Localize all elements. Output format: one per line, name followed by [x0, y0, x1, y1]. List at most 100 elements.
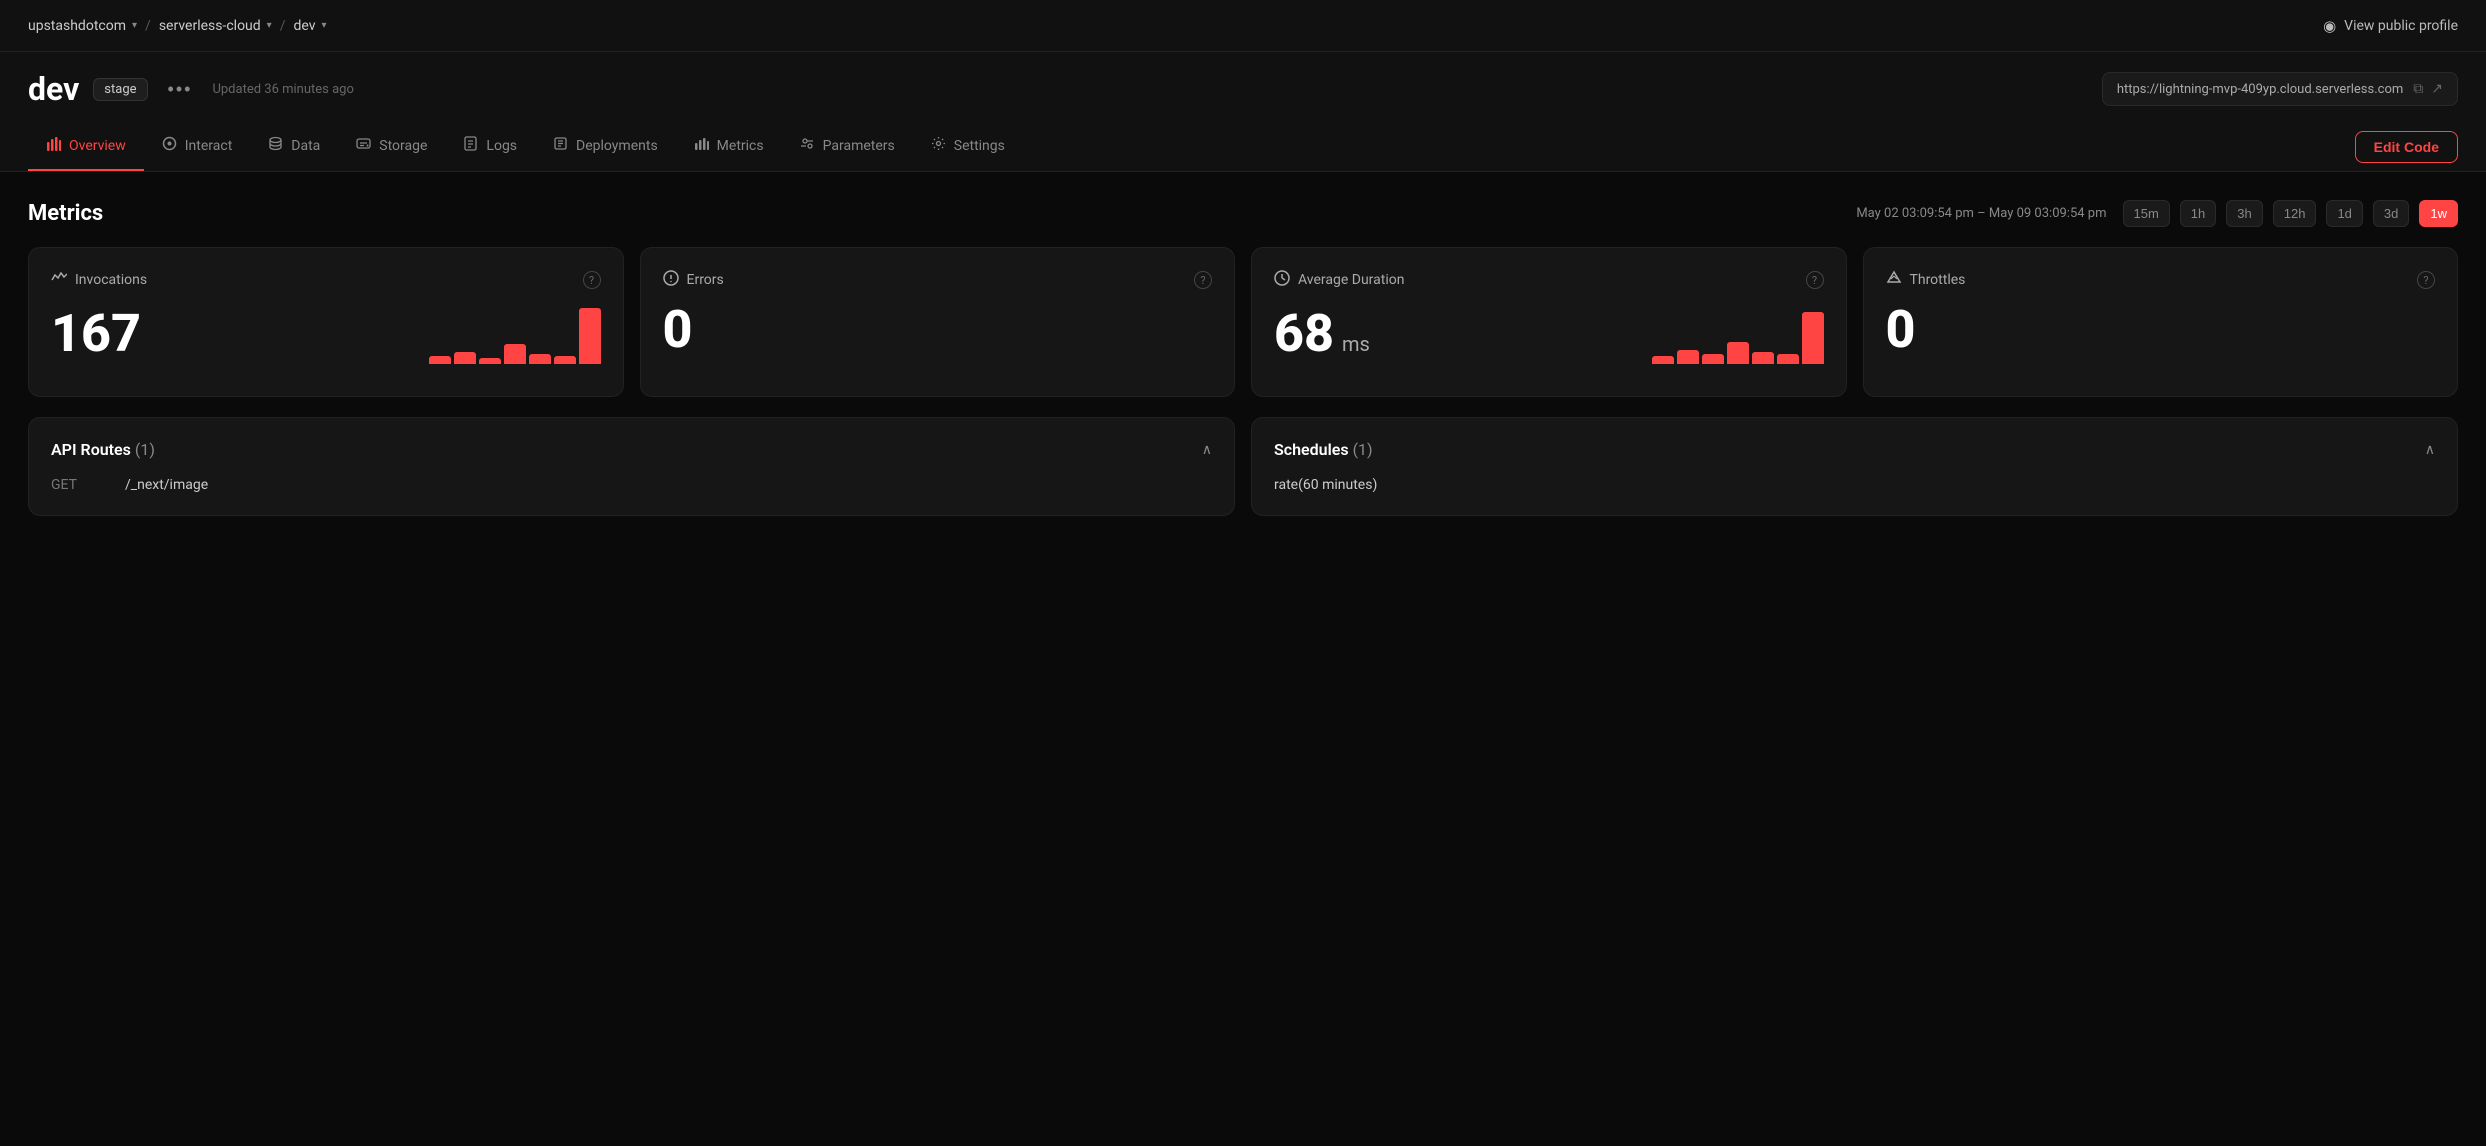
invocations-card: Invocations ? 167 [28, 247, 624, 397]
table-row: GET /_next/image [51, 477, 1212, 493]
errors-icon [663, 270, 679, 290]
schedule-item: rate(60 minutes) [1274, 477, 1377, 493]
logs-icon [463, 136, 478, 155]
data-icon [268, 136, 283, 155]
header-right: https://lightning-mvp-409yp.cloud.server… [2102, 72, 2458, 106]
avg-duration-title: Average Duration [1298, 272, 1404, 288]
bar-a6 [1777, 354, 1799, 364]
tab-data-label: Data [291, 138, 320, 154]
errors-value-row: 0 [663, 304, 1213, 356]
invocations-title: Invocations [75, 272, 147, 288]
breadcrumb-env[interactable]: dev ▾ [293, 18, 326, 34]
tab-settings[interactable]: Settings [913, 122, 1023, 171]
avg-duration-card: Average Duration ? 68 ms [1251, 247, 1847, 397]
breadcrumb-project[interactable]: serverless-cloud ▾ [159, 18, 272, 34]
avg-duration-icon [1274, 270, 1290, 290]
breadcrumb-org[interactable]: upstashdotcom ▾ [28, 18, 137, 34]
time-btn-1w[interactable]: 1w [2419, 200, 2458, 227]
copy-icon[interactable]: ⧉ [2413, 81, 2423, 97]
storage-icon [356, 136, 371, 155]
tab-metrics[interactable]: Metrics [676, 122, 782, 171]
schedules-card: Schedules (1) ∧ rate(60 minutes) [1251, 417, 2458, 516]
api-routes-title: API Routes (1) [51, 440, 155, 459]
tab-interact-label: Interact [185, 138, 233, 154]
errors-title: Errors [687, 272, 724, 288]
overview-icon [46, 136, 61, 155]
errors-card: Errors ? 0 [640, 247, 1236, 397]
top-bar: upstashdotcom ▾ / serverless-cloud ▾ / d… [0, 0, 2486, 52]
breadcrumb-org-label: upstashdotcom [28, 18, 126, 34]
errors-title-group: Errors [663, 270, 724, 290]
view-public-profile-btn[interactable]: View public profile [2323, 17, 2458, 35]
tab-overview[interactable]: Overview [28, 122, 144, 171]
throttles-title-group: Throttles [1886, 270, 1966, 290]
avg-duration-header: Average Duration ? [1274, 270, 1824, 290]
errors-help-icon[interactable]: ? [1194, 271, 1212, 289]
parameters-icon [800, 136, 815, 155]
bar-a3 [1702, 354, 1724, 364]
metric-cards: Invocations ? 167 [28, 247, 2458, 397]
errors-header: Errors ? [663, 270, 1213, 290]
invocations-help-icon[interactable]: ? [583, 271, 601, 289]
tab-storage[interactable]: Storage [338, 122, 445, 171]
deployments-icon [553, 136, 568, 155]
bar-3 [479, 358, 501, 364]
bar-6 [554, 356, 576, 364]
throttles-header: Throttles ? [1886, 270, 2436, 290]
avg-duration-help-icon[interactable]: ? [1806, 271, 1824, 289]
breadcrumb-env-label: dev [293, 18, 315, 34]
main-content: Metrics May 02 03:09:54 pm – May 09 03:0… [0, 172, 2486, 544]
tab-overview-label: Overview [69, 138, 126, 154]
time-btn-1d[interactable]: 1d [2326, 200, 2362, 227]
time-btn-15m[interactable]: 15m [2123, 200, 2170, 227]
api-routes-count: (1) [135, 440, 155, 459]
tab-nav: Overview Interact Data Sto [0, 122, 2486, 172]
time-btn-12h[interactable]: 12h [2273, 200, 2317, 227]
tab-parameters[interactable]: Parameters [782, 122, 913, 171]
breadcrumb-project-label: serverless-cloud [159, 18, 261, 34]
schedules-title: Schedules (1) [1274, 440, 1373, 459]
breadcrumb: upstashdotcom ▾ / serverless-cloud ▾ / d… [28, 18, 327, 34]
settings-icon [931, 136, 946, 155]
bar-1 [429, 356, 451, 364]
header-section: dev stage ••• Updated 36 minutes ago htt… [0, 52, 2486, 122]
chevron-down-icon-2: ▾ [267, 20, 272, 31]
tab-data[interactable]: Data [250, 122, 338, 171]
time-btn-3d[interactable]: 3d [2373, 200, 2409, 227]
view-public-profile-label: View public profile [2344, 18, 2458, 34]
eye-icon [2323, 17, 2336, 35]
throttles-help-icon[interactable]: ? [2417, 271, 2435, 289]
stage-badge[interactable]: stage [93, 78, 147, 101]
errors-value: 0 [663, 304, 693, 356]
throttles-title: Throttles [1910, 272, 1966, 288]
edit-code-button[interactable]: Edit Code [2355, 131, 2458, 163]
metrics-controls: May 02 03:09:54 pm – May 09 03:09:54 pm … [1856, 200, 2458, 227]
bar-7 [579, 308, 601, 364]
route-method: GET [51, 477, 101, 493]
more-options-button[interactable]: ••• [162, 77, 199, 102]
list-item: rate(60 minutes) [1274, 477, 2435, 493]
route-path: /_next/image [125, 477, 208, 493]
tab-deployments[interactable]: Deployments [535, 122, 676, 171]
invocations-value-row: 167 [51, 304, 601, 364]
open-external-icon[interactable]: ↗ [2431, 81, 2443, 97]
bar-a2 [1677, 350, 1699, 364]
metrics-icon [694, 136, 709, 155]
time-btn-1h[interactable]: 1h [2180, 200, 2216, 227]
time-btn-3h[interactable]: 3h [2226, 200, 2262, 227]
invocations-bar [429, 304, 601, 364]
url-display: https://lightning-mvp-409yp.cloud.server… [2102, 72, 2458, 106]
avg-duration-unit: ms [1342, 332, 1370, 356]
throttles-card: Throttles ? 0 [1863, 247, 2459, 397]
api-routes-collapse-btn[interactable]: ∧ [1202, 441, 1212, 458]
tab-metrics-label: Metrics [717, 138, 764, 154]
throttles-icon [1886, 270, 1902, 290]
tab-interact[interactable]: Interact [144, 122, 251, 171]
tab-parameters-label: Parameters [823, 138, 895, 154]
url-text: https://lightning-mvp-409yp.cloud.server… [2117, 82, 2403, 97]
time-range-text: May 02 03:09:54 pm – May 09 03:09:54 pm [1856, 206, 2106, 221]
schedules-collapse-btn[interactable]: ∧ [2425, 441, 2435, 458]
breadcrumb-sep-1: / [145, 18, 151, 34]
tab-logs[interactable]: Logs [445, 122, 535, 171]
url-icons: ⧉ ↗ [2413, 81, 2443, 97]
